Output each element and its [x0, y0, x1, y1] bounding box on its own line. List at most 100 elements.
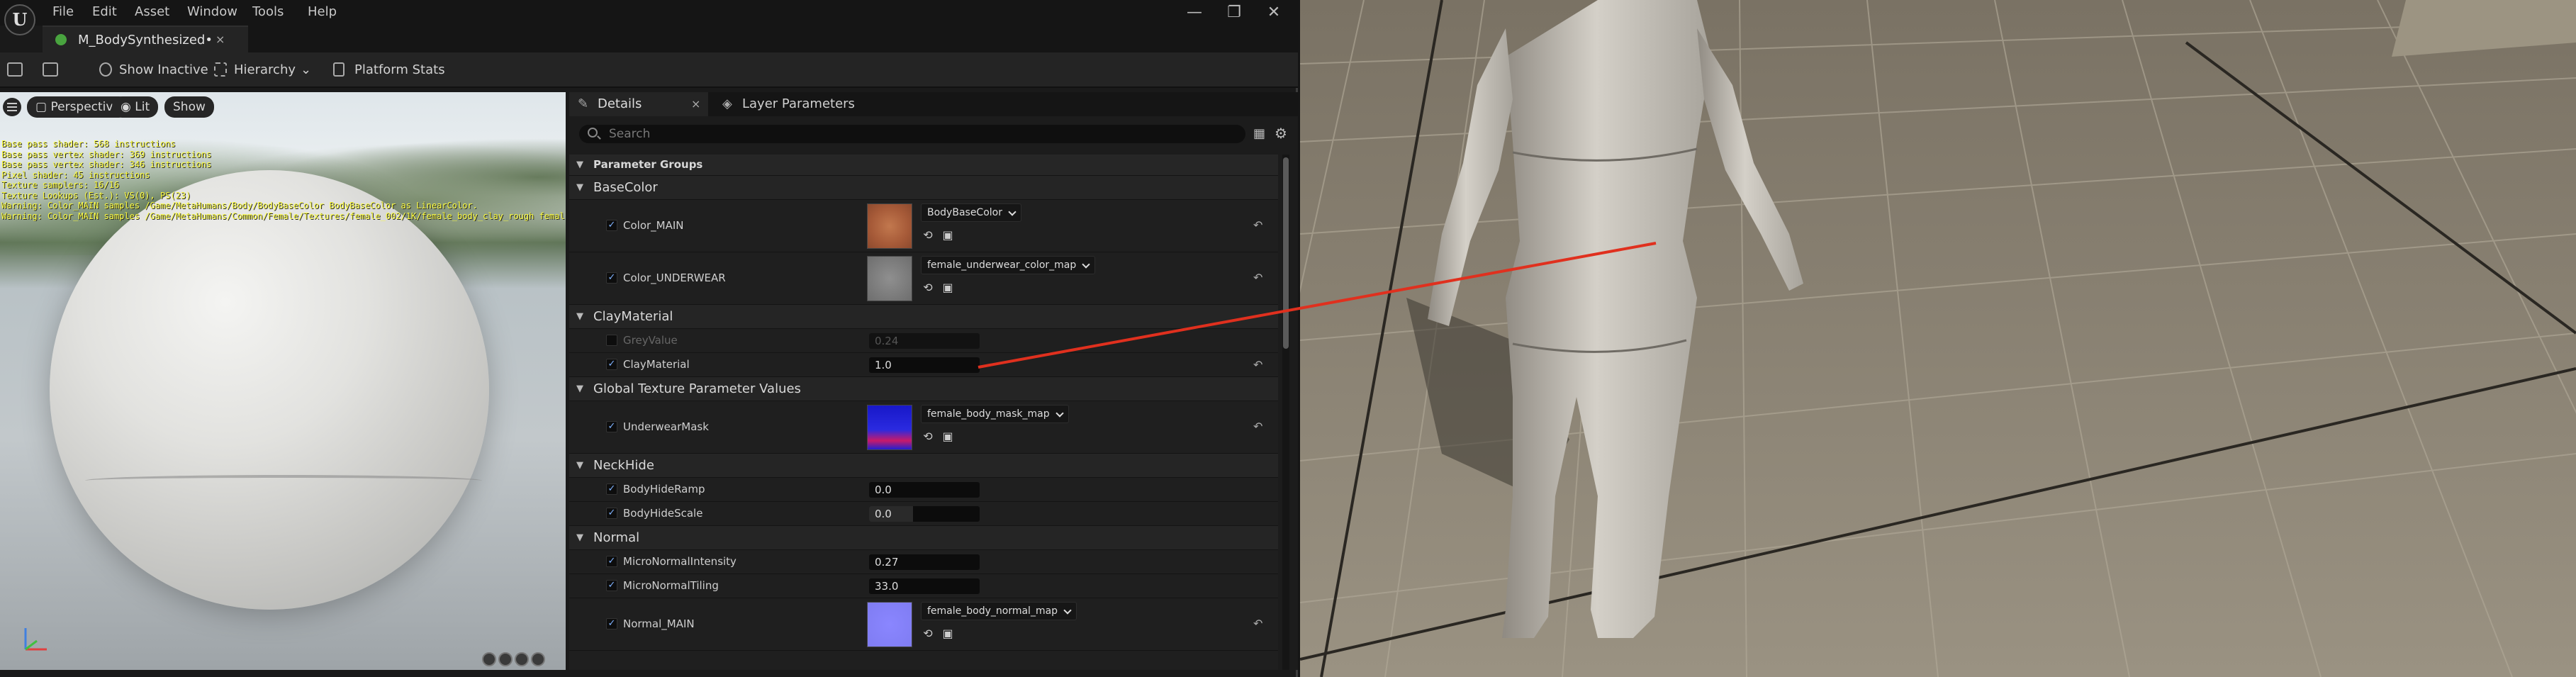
- browse-folder-icon[interactable]: ▣: [941, 627, 955, 641]
- micro-normal-intensity-field[interactable]: 0.27: [869, 554, 980, 570]
- checkbox-micro-normal-tiling[interactable]: ✓: [606, 580, 617, 591]
- reset-arrow-icon[interactable]: ↶: [1253, 420, 1262, 433]
- collapse-arrow-icon[interactable]: ▼: [576, 384, 583, 394]
- use-selected-icon[interactable]: ⟲: [921, 627, 935, 641]
- details-scrollbar[interactable]: [1282, 155, 1289, 670]
- menu-tools[interactable]: Tools: [252, 3, 284, 21]
- param-row-body-hide-ramp: ✓ BodyHideRamp 0.0: [569, 478, 1278, 502]
- collapse-arrow-icon[interactable]: ▼: [576, 182, 583, 193]
- param-label: MicroNormalIntensity: [623, 555, 737, 568]
- group-label: ClayMaterial: [593, 309, 673, 324]
- menu-file[interactable]: File: [52, 3, 74, 21]
- checkbox-grey-value[interactable]: ✓: [606, 335, 617, 346]
- group-global-texture[interactable]: ▼ Global Texture Parameter Values: [569, 377, 1278, 401]
- browse-folder-icon[interactable]: ▣: [941, 281, 955, 295]
- scrollbar-thumb[interactable]: [1283, 157, 1289, 349]
- reset-arrow-icon[interactable]: ↶: [1253, 617, 1262, 630]
- save-icon[interactable]: [7, 62, 23, 77]
- show-button[interactable]: Show: [164, 96, 214, 118]
- texture-thumbnail-underwear-color[interactable]: [867, 256, 912, 301]
- use-selected-icon[interactable]: ⟲: [921, 281, 935, 295]
- viewport-bottom-tools[interactable]: [482, 652, 561, 668]
- checkbox-color-underwear[interactable]: ✓: [606, 272, 617, 284]
- texture-dropdown[interactable]: female_underwear_color_map: [921, 256, 1096, 274]
- search-input[interactable]: [607, 125, 1231, 142]
- grey-value-field[interactable]: 0.24: [869, 333, 980, 349]
- maximize-button[interactable]: ❐: [1214, 0, 1254, 26]
- texture-dropdown[interactable]: female_body_normal_map: [921, 602, 1077, 620]
- hierarchy-dropdown[interactable]: Hierarchy: [234, 62, 296, 77]
- platform-stats-button[interactable]: Platform Stats: [354, 62, 445, 77]
- param-label: UnderwearMask: [623, 420, 709, 433]
- menu-bar: U File Edit Asset Window Tools Help — ❐ …: [0, 0, 1298, 35]
- menu-help[interactable]: Help: [308, 3, 337, 21]
- checkbox-micro-normal-intensity[interactable]: ✓: [606, 556, 617, 567]
- preview-sphere-icon[interactable]: [482, 652, 496, 666]
- group-neckhide[interactable]: ▼ NeckHide: [569, 454, 1278, 478]
- param-row-micro-normal-intensity: ✓ MicroNormalIntensity 0.27: [569, 550, 1278, 574]
- lit-button[interactable]: ◉ Lit: [112, 96, 159, 118]
- tab-layer-parameters[interactable]: ◈ Layer Parameters: [711, 92, 895, 116]
- checkbox-body-hide-ramp[interactable]: ✓: [606, 483, 617, 495]
- show-inactive-button[interactable]: Show Inactive: [119, 62, 208, 77]
- close-tab-icon[interactable]: ×: [215, 33, 225, 46]
- texture-dropdown[interactable]: BodyBaseColor: [921, 203, 1021, 222]
- group-label: Normal: [593, 530, 640, 545]
- preview-mesh-icon[interactable]: [531, 652, 545, 666]
- micro-normal-tiling-field[interactable]: 33.0: [869, 578, 980, 594]
- table-view-icon[interactable]: ▦: [1253, 126, 1265, 141]
- search-box[interactable]: [579, 125, 1245, 143]
- reset-arrow-icon[interactable]: ↶: [1253, 271, 1262, 284]
- level-viewport[interactable]: [1300, 0, 2576, 677]
- texture-dropdown[interactable]: female_body_mask_map: [921, 405, 1069, 423]
- checkbox-underwear-mask[interactable]: ✓: [606, 421, 617, 432]
- body-hide-scale-slider[interactable]: 0.0: [869, 506, 980, 522]
- group-normal[interactable]: ▼ Normal: [569, 526, 1278, 550]
- param-row-micro-normal-tiling: ✓ MicroNormalTiling 33.0: [569, 574, 1278, 598]
- group-claymaterial[interactable]: ▼ ClayMaterial: [569, 305, 1278, 329]
- material-preview-viewport[interactable]: ▢ Perspective ◉ Lit Show Base pass shade…: [0, 92, 566, 670]
- collapse-arrow-icon[interactable]: ▼: [576, 160, 583, 170]
- clay-material-field[interactable]: 1.0: [869, 357, 980, 373]
- close-tab-icon[interactable]: ×: [691, 92, 700, 116]
- perspective-label: Perspective: [50, 100, 121, 114]
- viewport-menu-icon[interactable]: [3, 98, 21, 116]
- collapse-arrow-icon[interactable]: ▼: [576, 311, 583, 322]
- body-hide-ramp-field[interactable]: 0.0: [869, 482, 980, 498]
- window-controls: — ❐ ✕: [1175, 0, 1294, 26]
- preview-cube-icon[interactable]: [498, 652, 513, 666]
- menu-asset[interactable]: Asset: [135, 3, 169, 21]
- browse-folder-icon[interactable]: ▣: [941, 228, 955, 242]
- checkbox-normal-main[interactable]: ✓: [606, 618, 617, 630]
- tab-details[interactable]: ✎ Details ×: [569, 92, 708, 116]
- material-icon: [55, 34, 67, 45]
- use-selected-icon[interactable]: ⟲: [921, 228, 935, 242]
- unreal-logo-icon[interactable]: U: [4, 4, 35, 35]
- use-selected-icon[interactable]: ⟲: [921, 430, 935, 444]
- param-label: Normal_MAIN: [623, 617, 695, 630]
- group-basecolor[interactable]: ▼ BaseColor: [569, 176, 1278, 200]
- checkbox-body-hide-scale[interactable]: ✓: [606, 508, 617, 519]
- close-window-button[interactable]: ✕: [1254, 0, 1294, 26]
- checkbox-clay-material[interactable]: ✓: [606, 359, 617, 370]
- texture-thumbnail-body-base-color[interactable]: [867, 203, 912, 249]
- checkbox-color-main[interactable]: ✓: [606, 220, 617, 231]
- menu-window[interactable]: Window: [187, 3, 237, 21]
- collapse-arrow-icon[interactable]: ▼: [576, 460, 583, 471]
- collapse-arrow-icon[interactable]: ▼: [576, 532, 583, 543]
- overlay-line: Base pass vertex shader: 346 instruction…: [1, 160, 212, 169]
- reset-arrow-icon[interactable]: ↶: [1253, 358, 1262, 371]
- browse-icon[interactable]: [43, 62, 58, 77]
- parameter-groups-header[interactable]: ▼ Parameter Groups: [569, 155, 1278, 176]
- reset-arrow-icon[interactable]: ↶: [1253, 218, 1262, 232]
- browse-folder-icon[interactable]: ▣: [941, 430, 955, 444]
- texture-thumbnail-body-mask[interactable]: [867, 405, 912, 450]
- asset-tab[interactable]: M_BodySynthesized• ×: [43, 26, 248, 52]
- param-label: BodyHideRamp: [623, 483, 705, 496]
- gear-icon[interactable]: ⚙: [1275, 125, 1287, 142]
- texture-thumbnail-normal-map[interactable]: [867, 602, 912, 647]
- minimize-button[interactable]: —: [1175, 0, 1214, 26]
- menu-edit[interactable]: Edit: [92, 3, 117, 21]
- param-row-underwear-mask: ✓ UnderwearMask female_body_mask_map ⟲ ▣…: [569, 401, 1278, 454]
- preview-plane-icon[interactable]: [515, 652, 529, 666]
